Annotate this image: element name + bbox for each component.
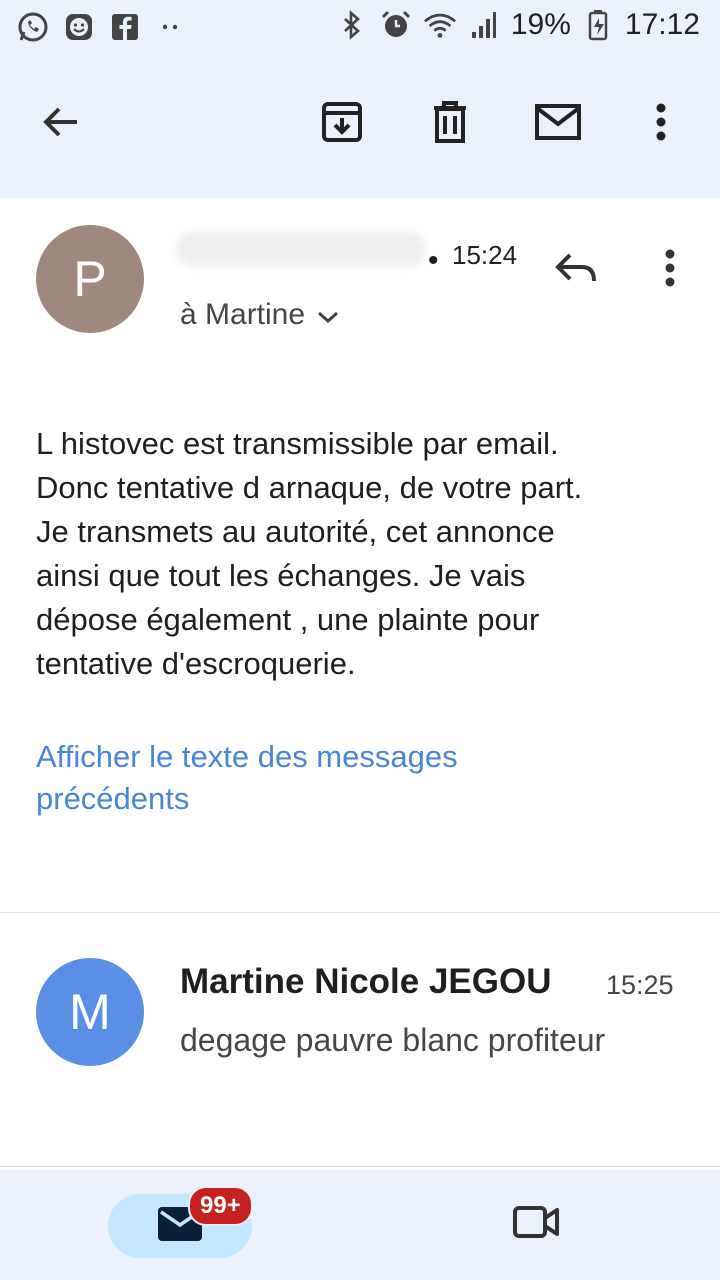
body-line: Donc tentative d arnaque, de votre part. xyxy=(36,470,583,505)
delete-icon xyxy=(430,100,470,149)
more-options-button[interactable] xyxy=(631,94,691,154)
body-line: dépose également , une plainte pour xyxy=(36,602,540,637)
recipient-label: à Martine xyxy=(180,298,306,331)
bottom-navigation: 99+ xyxy=(0,1170,720,1280)
unread-count-badge: 99+ xyxy=(188,1186,253,1226)
clock: 17:12 xyxy=(624,8,700,41)
battery-percent: 19% xyxy=(510,8,571,41)
message-more-button[interactable] xyxy=(640,240,700,300)
bluetooth-icon xyxy=(335,8,369,42)
message-toolbar xyxy=(0,56,720,198)
sender-name-redacted xyxy=(176,232,426,266)
body-line: tentative d'escroquerie. xyxy=(36,646,356,681)
delete-button[interactable] xyxy=(420,94,480,154)
message-time: 15:24 xyxy=(452,240,518,270)
nav-meet-tab[interactable] xyxy=(512,1204,568,1248)
wifi-icon xyxy=(423,8,457,42)
status-bar: 19% 17:12 xyxy=(0,0,720,56)
video-camera-icon xyxy=(512,1206,560,1244)
facebook-icon xyxy=(108,10,142,44)
body-line: L histovec est transmissible par email. xyxy=(36,426,559,461)
archive-icon xyxy=(320,100,364,149)
avatar-sender-1[interactable]: P xyxy=(36,225,144,333)
more-vert-icon xyxy=(664,248,676,293)
chevron-down-icon xyxy=(317,298,339,332)
whatsapp-icon xyxy=(16,10,50,44)
message-body: L histovec est transmissible par email. … xyxy=(36,422,696,686)
avatar-sender-2[interactable]: M xyxy=(36,958,144,1066)
message-time: 15:25 xyxy=(606,970,674,1000)
body-line: Je transmets au autorité, cet annonce xyxy=(36,514,555,549)
mark-unread-button[interactable] xyxy=(528,94,588,154)
show-quoted-text-link[interactable]: Afficher le texte des messages précédent… xyxy=(36,736,556,820)
back-arrow-icon xyxy=(41,102,81,147)
body-line: ainsi que tout les échanges. Je vais xyxy=(36,558,526,593)
signal-icon xyxy=(467,8,501,42)
more-vert-icon xyxy=(655,102,667,147)
battery-icon xyxy=(581,8,615,42)
separator-dot: • xyxy=(428,244,439,277)
recipient-details-toggle[interactable]: à Martine xyxy=(180,298,339,332)
divider xyxy=(0,1166,720,1167)
back-button[interactable] xyxy=(31,94,91,154)
avatar-letter: M xyxy=(69,984,111,1040)
mark-unread-icon xyxy=(534,103,582,146)
message-snippet: degage pauvre blanc profiteur xyxy=(180,1022,606,1058)
reply-icon xyxy=(554,251,598,290)
avatar-letter: P xyxy=(73,251,107,307)
reply-button[interactable] xyxy=(546,240,606,300)
divider xyxy=(0,912,720,913)
sender-name: Martine Nicole JEGOU xyxy=(180,962,552,1001)
more-notifications-icon xyxy=(154,10,188,44)
archive-button[interactable] xyxy=(312,94,372,154)
alarm-icon xyxy=(379,8,413,42)
smiley-app-icon xyxy=(62,10,96,44)
